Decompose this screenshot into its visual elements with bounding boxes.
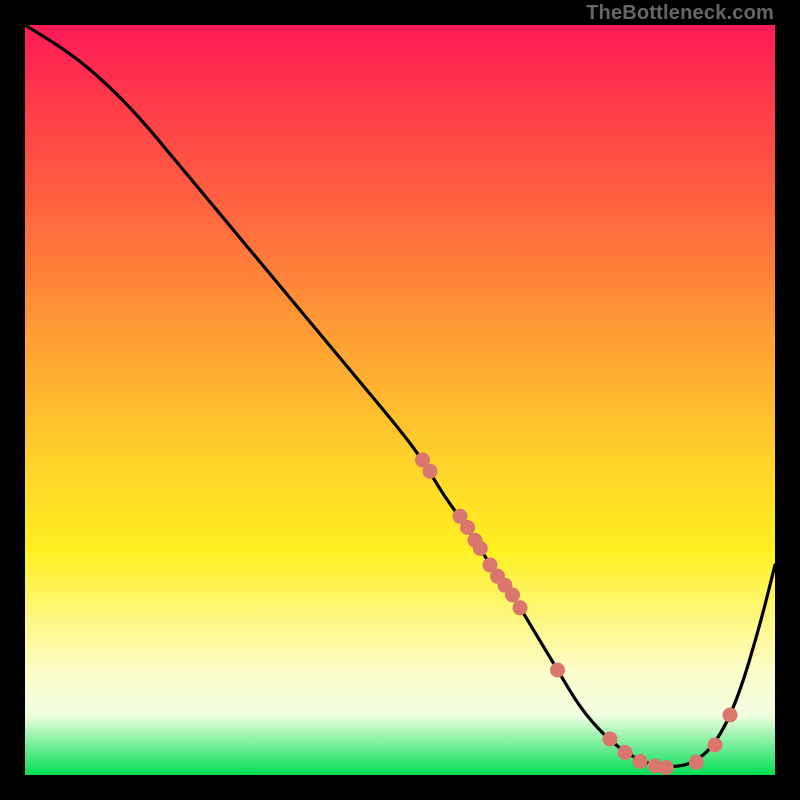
data-marker xyxy=(505,588,520,603)
watermark-text: TheBottleneck.com xyxy=(586,2,774,25)
data-marker xyxy=(723,708,738,723)
data-marker xyxy=(689,755,704,770)
data-marker xyxy=(460,520,475,535)
chart-svg xyxy=(25,25,775,775)
data-marker xyxy=(708,738,723,753)
data-marker xyxy=(423,464,438,479)
data-marker xyxy=(659,760,674,775)
chart-frame: TheBottleneck.com xyxy=(0,0,800,800)
data-marker xyxy=(550,663,565,678)
data-marker xyxy=(618,745,633,760)
data-marker xyxy=(473,541,488,556)
data-marker xyxy=(603,732,618,747)
data-markers xyxy=(415,453,738,776)
data-marker xyxy=(513,600,528,615)
data-marker xyxy=(633,754,648,769)
bottleneck-curve xyxy=(25,25,775,767)
